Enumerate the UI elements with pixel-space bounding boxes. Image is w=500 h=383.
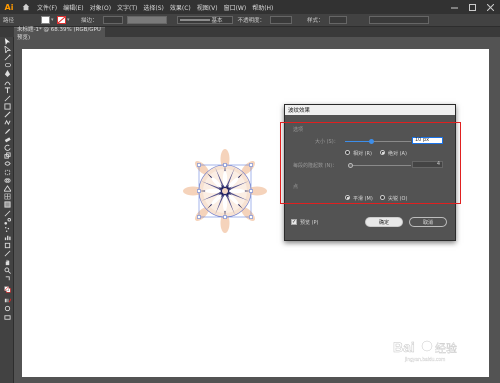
stroke-label: 描边： xyxy=(81,18,98,24)
align-field[interactable] xyxy=(368,16,429,24)
zoom-tool-icon[interactable] xyxy=(0,266,14,274)
shape-builder-tool-icon[interactable] xyxy=(0,176,14,184)
perspective-grid-tool-icon[interactable] xyxy=(0,184,14,192)
line-tool-icon[interactable] xyxy=(0,94,14,102)
scale-tool-icon[interactable] xyxy=(0,152,14,160)
style-field[interactable] xyxy=(328,16,347,24)
stroke-weight-field[interactable] xyxy=(102,16,123,24)
lasso-tool-icon[interactable] xyxy=(0,62,14,70)
magic-wand-tool-icon[interactable] xyxy=(0,53,14,61)
svg-text:jingyan.baidu.com: jingyan.baidu.com xyxy=(404,357,445,363)
paintbrush-tool-icon[interactable] xyxy=(0,111,14,119)
home-icon[interactable] xyxy=(18,0,34,14)
curvature-tool-icon[interactable] xyxy=(0,78,14,86)
stroke-style-field[interactable]: 基本 xyxy=(176,16,233,24)
pen-tool-icon[interactable] xyxy=(0,70,14,78)
slice-tool-icon[interactable] xyxy=(0,250,14,258)
screen-mode-icon[interactable] xyxy=(0,313,14,321)
selection-type-label: 路径 xyxy=(3,18,15,24)
close-icon[interactable] xyxy=(486,3,494,11)
type-tool-icon[interactable] xyxy=(0,86,14,94)
style-label: 样式： xyxy=(307,18,324,24)
highlight-annotation xyxy=(280,122,461,204)
document-tab[interactable]: 未标题-1* @ 68.39% (RGB/GPU 预览) xyxy=(14,27,105,41)
menu-file[interactable]: 文件(F) xyxy=(34,3,60,12)
rectangle-tool-icon[interactable] xyxy=(0,103,14,111)
chevron-down-icon[interactable]: ▾ xyxy=(67,16,72,24)
chevron-down-icon[interactable]: ▾ xyxy=(51,16,56,24)
svg-text:Bai: Bai xyxy=(393,339,415,355)
menu-type[interactable]: 文字(T) xyxy=(114,3,140,12)
baidu-watermark-logo: Bai 经验 jingyan.baidu.com xyxy=(391,336,471,364)
fill-stroke-swatch[interactable] xyxy=(0,283,14,297)
rotate-tool-icon[interactable] xyxy=(0,143,14,151)
menu-select[interactable]: 选择(S) xyxy=(140,3,167,12)
dialog-title: 波纹效果 xyxy=(285,105,455,115)
mesh-tool-icon[interactable] xyxy=(0,193,14,201)
menu-view[interactable]: 视图(V) xyxy=(194,3,221,12)
minimize-icon[interactable] xyxy=(450,3,458,11)
stroke-style-label: 基本 xyxy=(211,18,223,24)
opacity-field[interactable] xyxy=(270,16,293,24)
graph-tool-icon[interactable] xyxy=(0,234,14,242)
eraser-tool-icon[interactable] xyxy=(0,135,14,143)
ripple-flower-artwork[interactable] xyxy=(183,149,267,233)
draw-mode-icon[interactable] xyxy=(0,305,14,313)
menu-effect[interactable]: 效果(C) xyxy=(167,3,194,12)
opacity-label: 不透明度： xyxy=(237,18,266,24)
hand-tool-icon[interactable] xyxy=(0,258,14,266)
cancel-button[interactable]: 取消 xyxy=(409,217,447,227)
pencil-tool-icon[interactable] xyxy=(0,127,14,135)
app-logo: Ai xyxy=(4,2,14,12)
color-mode-icon[interactable] xyxy=(0,297,14,305)
swap-colors-icon[interactable] xyxy=(0,274,14,282)
preview-label: 预览 (P) xyxy=(300,220,319,226)
tools-panel xyxy=(0,37,14,383)
shaper-tool-icon[interactable] xyxy=(0,119,14,127)
stroke-swatch[interactable] xyxy=(57,16,66,24)
menu-edit[interactable]: 编辑(E) xyxy=(60,3,86,12)
menu-window[interactable]: 窗口(W) xyxy=(221,3,250,12)
menu-help[interactable]: 帮助(H) xyxy=(249,3,276,12)
gradient-tool-icon[interactable] xyxy=(0,201,14,209)
blend-tool-icon[interactable] xyxy=(0,217,14,225)
maximize-icon[interactable] xyxy=(468,3,476,11)
artboard-tool-icon[interactable] xyxy=(0,242,14,250)
svg-text:经验: 经验 xyxy=(435,341,457,355)
preview-checkbox[interactable]: ✓ xyxy=(291,219,297,225)
selection-tool-icon[interactable] xyxy=(0,37,14,45)
fill-swatch[interactable] xyxy=(41,16,50,24)
symbol-sprayer-tool-icon[interactable] xyxy=(0,225,14,233)
window-controls xyxy=(450,0,494,14)
free-transform-tool-icon[interactable] xyxy=(0,168,14,176)
width-tool-icon[interactable] xyxy=(0,160,14,168)
eyedropper-tool-icon[interactable] xyxy=(0,209,14,217)
ok-button[interactable]: 确定 xyxy=(365,217,403,227)
document-tab-title: 未标题-1* @ 68.39% (RGB/GPU 预览) xyxy=(17,26,101,41)
variable-width-field[interactable] xyxy=(126,16,167,24)
direct-selection-tool-icon[interactable] xyxy=(0,45,14,53)
menu-object[interactable]: 对象(O) xyxy=(87,3,114,12)
menu-bar: Ai 文件(F) 编辑(E) 对象(O) 文字(T) 选择(S) 效果(C) 视… xyxy=(0,0,500,14)
